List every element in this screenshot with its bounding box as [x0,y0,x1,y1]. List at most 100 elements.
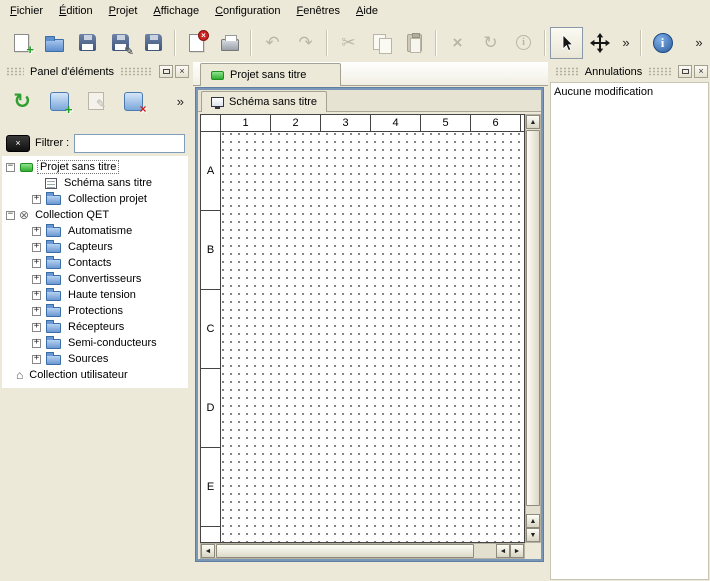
expand-icon[interactable]: + [32,243,41,252]
menu-aide[interactable]: Aide [348,2,386,21]
tree-item-automatisme[interactable]: + Automatisme [2,223,188,239]
undo-dock-close-button[interactable]: × [694,65,708,78]
menu-fichier[interactable]: Fichier [2,2,51,21]
scroll-left-button[interactable]: ◄ [496,544,510,558]
tree-item-capteurs[interactable]: + Capteurs [2,239,188,255]
tree-item-label: Schéma sans titre [62,177,154,189]
collapse-icon[interactable]: − [6,211,15,220]
vertical-scroll-thumb[interactable] [526,130,540,506]
redo-button[interactable]: ↷ [289,27,322,59]
edit-info-button[interactable]: i [507,27,540,59]
elements-panel-close-button[interactable]: × [175,65,189,78]
scroll-up-button[interactable]: ▲ [526,115,540,129]
delete-button[interactable]: × [441,27,474,59]
pan-tool-button[interactable] [583,27,616,59]
expand-icon[interactable]: + [32,227,41,236]
tree-item-sources[interactable]: + Sources [2,351,188,367]
project-tab-bar: Projet sans titre [193,62,548,86]
tree-item-haute-tension[interactable]: + Haute tension [2,287,188,303]
tree-item-collection-projet[interactable]: + Collection projet [2,191,188,207]
folder-icon [46,307,61,317]
open-file-button[interactable] [38,27,71,59]
about-button[interactable]: i [646,27,679,59]
undo-button[interactable]: ↶ [256,27,289,59]
dock-grip [6,67,24,76]
schema-canvas[interactable]: 1 2 3 4 5 6 A B C D E [200,114,525,543]
tree-item-label: Récepteurs [66,321,126,333]
tree-item-label: Collection utilisateur [27,369,129,381]
paste-button[interactable] [398,27,431,59]
scroll-up-button[interactable]: ▲ [526,514,540,528]
tools-overflow-button[interactable]: » [616,27,636,59]
expand-icon[interactable]: + [32,307,41,316]
float-icon [163,69,170,74]
expand-icon[interactable]: + [32,195,41,204]
expand-icon[interactable]: + [32,323,41,332]
menu-fenetres[interactable]: Fenêtres [289,2,348,21]
folder-icon [46,291,61,301]
tab-projet-sans-titre[interactable]: Projet sans titre [200,63,341,86]
tree-item-schema[interactable]: Schéma sans titre [2,175,188,191]
tree-item-semi-conducteurs[interactable]: + Semi-conducteurs [2,335,188,351]
expand-icon[interactable]: + [32,291,41,300]
panel-overflow-button[interactable]: » [177,94,184,109]
elements-panel-dock: Panel d'éléments × ↻ + ✎ × » × Filtrer : [0,62,191,581]
main-toolbar: + ✎ × ↶ ↷ ✂ [0,23,710,62]
horizontal-scrollbar[interactable]: ◄ ◄ ► [200,543,525,559]
undo-list[interactable]: Aucune modification [550,82,709,580]
undo-dock-titlebar[interactable]: Annulations × [551,64,708,79]
toolbar-separator [544,30,546,56]
menu-edition[interactable]: Édition [51,2,101,21]
tree-item-recepteurs[interactable]: + Récepteurs [2,319,188,335]
mdi-area: Schéma sans titre 1 2 3 4 5 6 A B C D [193,86,548,581]
scroll-left-button[interactable]: ◄ [201,544,215,558]
select-tool-button[interactable] [550,27,583,59]
tree-item-project[interactable]: − Projet sans titre [2,159,188,175]
expand-icon[interactable]: + [32,339,41,348]
save-button[interactable] [71,27,104,59]
expand-icon[interactable]: + [32,259,41,268]
scroll-right-button[interactable]: ► [510,544,524,558]
menu-projet[interactable]: Projet [101,2,146,21]
expand-icon[interactable]: + [32,355,41,364]
filter-input[interactable] [74,134,185,153]
new-element-button[interactable]: + [44,86,74,116]
rotate-button[interactable]: ↻ [474,27,507,59]
folder-icon [46,275,61,285]
project-icon [211,71,224,80]
copy-button[interactable] [365,27,398,59]
horizontal-scroll-thumb[interactable] [216,544,474,558]
tree-item-protections[interactable]: + Protections [2,303,188,319]
toolbar-separator [250,30,252,56]
toolbar-extension-button[interactable]: » [691,27,707,59]
delete-element-button[interactable]: × [118,86,148,116]
tree-item-collection-qet[interactable]: − ⊗ Collection QET [2,207,188,223]
tree-item-label: Semi-conducteurs [66,337,159,349]
folder-icon [46,323,61,333]
cut-button[interactable]: ✂ [332,27,365,59]
tab-schema-sans-titre[interactable]: Schéma sans titre [201,91,327,112]
dot-grid[interactable] [222,133,524,542]
project-tab-label: Projet sans titre [230,69,306,81]
expand-icon[interactable]: + [32,275,41,284]
save-as-button[interactable]: ✎ [104,27,137,59]
elements-panel-titlebar[interactable]: Panel d'éléments × [2,64,189,79]
tree-item-convertisseurs[interactable]: + Convertisseurs [2,271,188,287]
collapse-icon[interactable]: − [6,163,15,172]
undo-dock-float-button[interactable] [678,65,692,78]
print-button[interactable] [213,27,246,59]
tree-item-contacts[interactable]: + Contacts [2,255,188,271]
new-file-button[interactable]: + [5,27,38,59]
close-file-button[interactable]: × [180,27,213,59]
menu-affichage[interactable]: Affichage [145,2,207,21]
menu-configuration[interactable]: Configuration [207,2,288,21]
save-all-button[interactable] [137,27,170,59]
tree-item-collection-utilisateur[interactable]: ⌂ Collection utilisateur [2,367,188,383]
reload-collections-button[interactable]: ↻ [7,86,37,116]
filter-clear-button[interactable]: × [6,135,30,152]
edit-element-button[interactable]: ✎ [81,86,111,116]
clear-icon: × [15,138,20,148]
elements-panel-float-button[interactable] [159,65,173,78]
scroll-down-button[interactable]: ▼ [526,528,540,542]
vertical-scrollbar[interactable]: ▲ ▲ ▼ [525,114,541,543]
